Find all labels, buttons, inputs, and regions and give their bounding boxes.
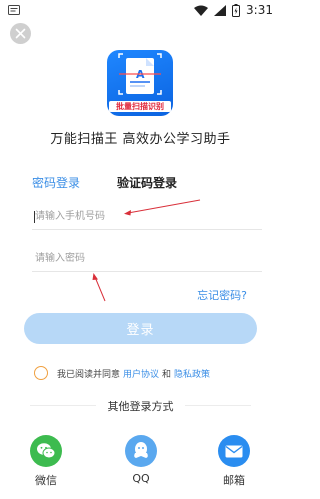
annotation-arrow-password — [94, 276, 106, 302]
other-login-title: 其他登录方式 — [107, 400, 174, 413]
logo-caption: 批量扫描识别 — [109, 101, 171, 112]
mail-login-button[interactable]: 邮箱 — [209, 435, 259, 488]
qq-login-button[interactable]: QQ — [116, 435, 166, 485]
close-icon — [15, 28, 26, 39]
wechat-label: 微信 — [35, 474, 57, 487]
wechat-login-button[interactable]: 微信 — [21, 435, 71, 488]
wifi-icon — [194, 5, 209, 16]
agreement-checkbox[interactable] — [34, 366, 48, 380]
battery-icon — [232, 3, 241, 17]
qq-icon — [125, 435, 157, 467]
mail-label: 邮箱 — [223, 474, 245, 487]
notification-icon — [8, 5, 20, 15]
privacy-policy-link[interactable]: 隐私政策 — [174, 367, 210, 380]
wechat-icon — [30, 435, 62, 467]
mail-icon — [218, 435, 250, 467]
app-tagline: 万能扫描王 高效办公学习助手 — [50, 132, 231, 147]
login-button[interactable]: 登录 — [24, 313, 257, 344]
password-field-container — [32, 246, 262, 272]
status-bar: 3:31 — [0, 0, 281, 22]
password-input[interactable] — [32, 246, 262, 271]
qq-label: QQ — [132, 472, 150, 485]
phone-field-container — [32, 204, 262, 230]
signal-icon — [214, 4, 227, 16]
divider-right — [185, 405, 251, 406]
agreement-prefix: 我已阅读并同意 — [57, 369, 121, 380]
tab-password-login[interactable]: 密码登录 — [32, 174, 80, 191]
user-agreement-link[interactable]: 用户协议 — [123, 367, 159, 380]
tab-sms-login[interactable]: 验证码登录 — [117, 174, 177, 191]
agreement-row: 我已阅读并同意 用户协议 和 隐私政策 — [34, 366, 213, 380]
text-caret — [34, 211, 35, 223]
forgot-password-link[interactable]: 忘记密码? — [197, 287, 247, 303]
annotation-arrowhead-password — [92, 273, 98, 280]
close-button[interactable] — [10, 23, 31, 44]
status-time: 3:31 — [246, 3, 273, 17]
agreement-and: 和 — [162, 369, 172, 380]
phone-input[interactable] — [32, 204, 262, 229]
